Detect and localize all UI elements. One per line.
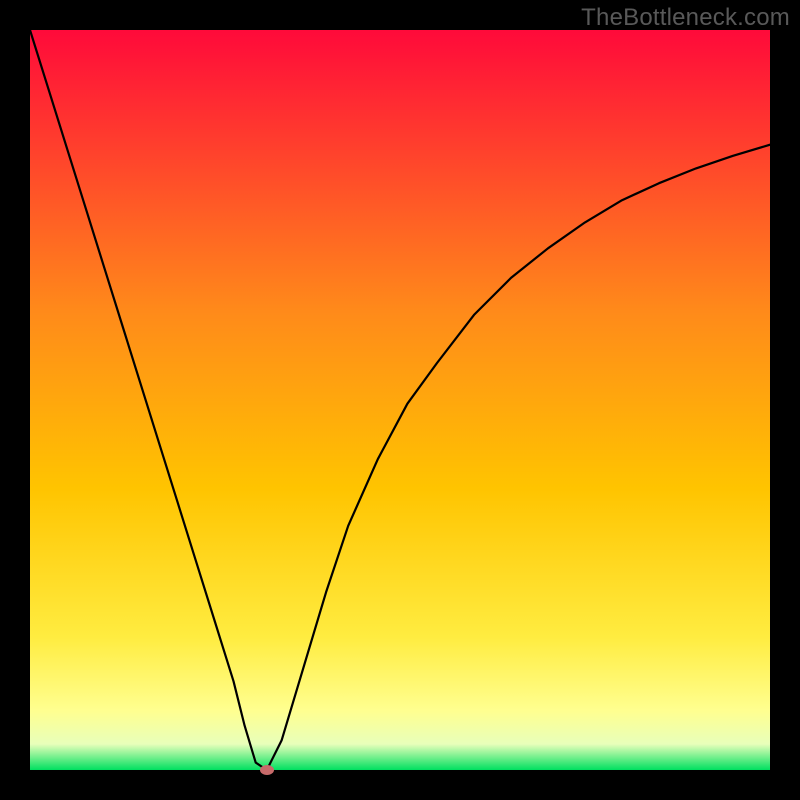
- chart-frame: TheBottleneck.com: [0, 0, 800, 800]
- optimal-point-marker: [260, 765, 274, 775]
- bottleneck-curve: [30, 30, 770, 770]
- plot-area: [30, 30, 770, 770]
- watermark-text: TheBottleneck.com: [581, 4, 790, 32]
